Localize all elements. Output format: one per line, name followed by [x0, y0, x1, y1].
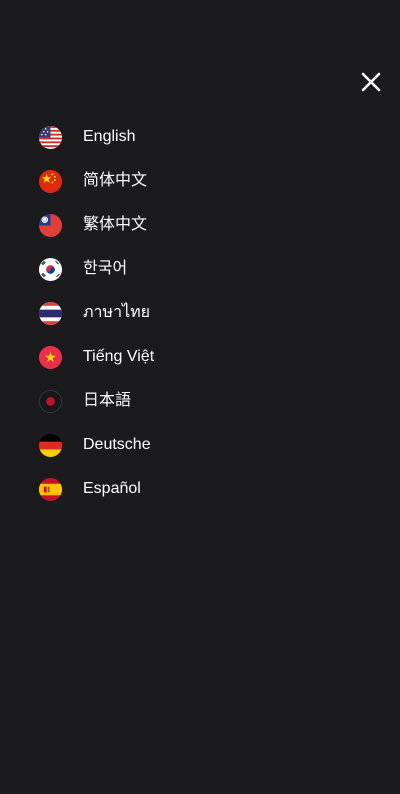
- language-label: 한국어: [83, 260, 128, 277]
- language-item-german[interactable]: Deutsche: [38, 423, 338, 467]
- china-flag-icon: [38, 169, 63, 194]
- language-label: Tiếng Việt: [83, 348, 155, 365]
- language-item-vietnamese[interactable]: Tiếng Việt: [38, 335, 338, 379]
- korea-flag-icon: [38, 257, 63, 282]
- spain-flag-icon: [38, 477, 63, 502]
- language-label: Español: [83, 480, 141, 497]
- language-item-korean[interactable]: 한국어: [38, 247, 338, 291]
- us-flag-icon: [38, 125, 63, 150]
- close-icon: [361, 72, 381, 92]
- language-label: Deutsche: [83, 436, 151, 453]
- language-label: ภาษาไทย: [83, 304, 151, 321]
- language-label: 繁体中文: [83, 216, 148, 233]
- germany-flag-icon: [38, 433, 63, 458]
- language-item-english[interactable]: English: [38, 115, 338, 159]
- taiwan-flag-icon: [38, 213, 63, 238]
- language-item-spanish[interactable]: Español: [38, 467, 338, 511]
- language-label: 日本語: [83, 392, 132, 409]
- language-item-thai[interactable]: ภาษาไทย: [38, 291, 338, 335]
- language-item-simplified-chinese[interactable]: 简体中文: [38, 159, 338, 203]
- thailand-flag-icon: [38, 301, 63, 326]
- language-item-traditional-chinese[interactable]: 繁体中文: [38, 203, 338, 247]
- language-label: English: [83, 128, 136, 145]
- language-item-japanese[interactable]: 日本語: [38, 379, 338, 423]
- close-button[interactable]: [359, 70, 383, 94]
- vietnam-flag-icon: [38, 345, 63, 370]
- language-label: 简体中文: [83, 172, 148, 189]
- japan-flag-icon: [38, 389, 63, 414]
- language-list: English 简体中文 繁体中文 한국어 ภาษาไทย Tiếng Việt…: [38, 115, 338, 511]
